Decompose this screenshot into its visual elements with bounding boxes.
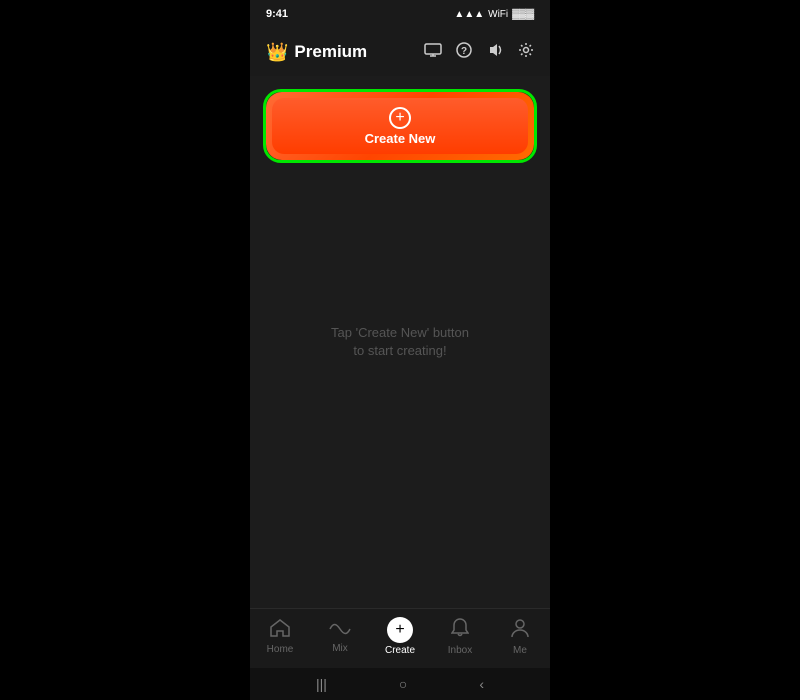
brand-text: Premium (294, 42, 367, 62)
create-plus-icon: + (387, 617, 413, 643)
plus-circle-icon: + (389, 107, 411, 129)
status-time: 9:41 (266, 8, 288, 20)
nav-item-mix[interactable]: Mix (316, 620, 364, 654)
home-button-icon[interactable]: ○ (399, 676, 407, 692)
bottom-nav: Home Mix + Create Inbox (250, 608, 550, 668)
status-bar: 9:41 ▲▲▲ WiFi ▓▓▓ (250, 0, 550, 28)
crown-icon: 👑 (266, 42, 288, 63)
app-header: 👑 Premium ? (250, 28, 550, 76)
me-label: Me (513, 645, 527, 656)
system-nav: ||| ○ ‹ (250, 668, 550, 700)
help-icon[interactable]: ? (456, 42, 472, 63)
home-icon (270, 619, 290, 642)
header-actions: ? (424, 42, 534, 63)
brand-area: 👑 Premium (266, 42, 367, 63)
phone-frame: 9:41 ▲▲▲ WiFi ▓▓▓ 👑 Premium ? (250, 0, 550, 700)
create-label: Create (385, 645, 415, 656)
nav-item-inbox[interactable]: Inbox (436, 618, 484, 656)
svg-text:?: ? (461, 46, 467, 57)
me-icon (511, 618, 529, 643)
recent-apps-icon[interactable]: ||| (316, 676, 327, 692)
settings-icon[interactable] (518, 42, 534, 63)
create-new-wrapper: + Create New (266, 92, 534, 160)
empty-state: Tap 'Create New' button to start creatin… (325, 324, 475, 360)
monitor-icon[interactable] (424, 43, 442, 62)
create-new-button[interactable]: + Create New (272, 98, 528, 154)
mix-icon (329, 620, 351, 641)
nav-item-create[interactable]: + Create (376, 617, 424, 656)
audio-icon[interactable] (486, 43, 504, 62)
empty-state-text: Tap 'Create New' button to start creatin… (331, 325, 469, 358)
battery-icon: ▓▓▓ (512, 9, 534, 20)
status-icons: ▲▲▲ WiFi ▓▓▓ (454, 9, 534, 20)
right-black-area (550, 0, 800, 700)
home-label: Home (267, 644, 294, 655)
nav-item-home[interactable]: Home (256, 619, 304, 655)
create-new-label: Create New (365, 131, 436, 146)
signal-icon: ▲▲▲ (454, 9, 484, 20)
main-content: + Create New Tap 'Create New' button to … (250, 76, 550, 608)
inbox-icon (451, 618, 469, 643)
inbox-label: Inbox (448, 645, 472, 656)
nav-item-me[interactable]: Me (496, 618, 544, 656)
left-black-area (0, 0, 250, 700)
wifi-icon: WiFi (488, 9, 508, 20)
mix-label: Mix (332, 643, 348, 654)
back-button-icon[interactable]: ‹ (479, 676, 484, 692)
